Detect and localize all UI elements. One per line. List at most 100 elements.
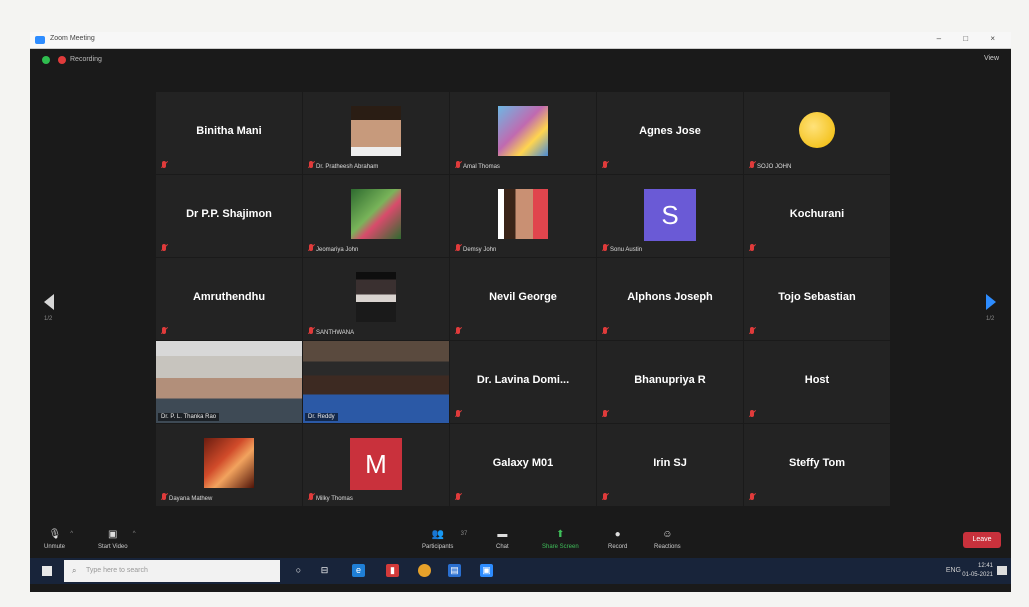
security-shield-icon[interactable] [42,56,50,64]
next-page-arrow-icon[interactable] [986,294,996,310]
participant-tile[interactable]: Dr. Reddy [303,341,449,423]
participant-tile[interactable]: S Sonu Austin [597,175,743,257]
share-screen-button[interactable]: ⬆ Share Screen [542,529,579,550]
participant-tile[interactable]: Alphons Joseph [597,258,743,340]
mic-muted-icon [456,493,460,500]
microphone-muted-icon: 🎙 [48,529,62,540]
mic-muted-icon [750,493,754,500]
mic-muted-icon [750,161,754,168]
participant-tile[interactable]: Dr. Pratheesh Abraham [303,92,449,174]
prev-page-arrow-icon[interactable] [44,294,54,310]
widgets-icon[interactable]: ⊟ [318,564,331,577]
avatar-initial: M [350,438,402,490]
participant-label: SANTHWANA [316,330,355,336]
participant-tile[interactable]: Dayana Mathew [156,424,302,506]
unmute-label: Unmute [44,544,66,550]
participant-label: Sonu Austin [610,247,643,253]
participant-name: Tojo Sebastian [778,291,856,303]
mic-muted-icon [456,244,460,251]
participant-name: Agnes Jose [639,125,701,137]
chevron-up-icon[interactable]: ^ [133,531,136,537]
participant-tile[interactable]: M Milky Thomas [303,424,449,506]
participant-label: Dr. P. L. Thanka Rao [158,413,220,421]
participant-name: Host [804,374,830,386]
pdf-reader-icon[interactable]: ▮ [386,564,399,577]
participants-count: 37 [460,531,468,537]
profile-picture [351,106,401,156]
participants-icon: 👥 [431,529,445,540]
participant-tile[interactable]: Dr P.P. Shajimon [156,175,302,257]
participant-tile[interactable]: SANTHWANA [303,258,449,340]
start-video-label: Start Video [98,544,128,550]
start-video-button[interactable]: ▣ Start Video ^ [98,529,136,550]
mic-muted-icon [162,327,166,334]
mic-muted-icon [162,493,166,500]
leave-button[interactable]: Leave [963,532,1001,548]
edge-browser-icon[interactable]: e [352,564,365,577]
chrome-browser-icon[interactable] [418,564,431,577]
participant-tile[interactable]: Host [744,341,890,423]
participant-tile[interactable]: Tojo Sebastian [744,258,890,340]
participant-tile[interactable]: Bhanupriya R [597,341,743,423]
mic-muted-icon [603,493,607,500]
participant-tile[interactable]: Galaxy M01 [450,424,596,506]
participant-name: Nevil George [489,291,557,303]
participant-label: Jeomariya John [316,247,359,253]
window-controls[interactable]: – □ × [937,34,1005,43]
meeting-topbar: Recording View [30,48,1011,70]
participant-tile[interactable]: Dr. Lavina Domi... [450,341,596,423]
participant-name: Galaxy M01 [492,457,554,469]
windows-taskbar: ⌕ Type here to search ○ ⊟ e ▮ ▤ ▣ ENG 12… [30,558,1011,584]
view-button[interactable]: View [984,55,999,62]
clock-date: 01-05-2021 [962,572,993,578]
reactions-label: Reactions [654,544,681,550]
page-indicator-left: 1/2 [44,316,53,322]
participant-grid: Binitha Mani Dr. Pratheesh Abraham Amal Th… [156,92,890,506]
mic-muted-icon [750,410,754,417]
participant-label: Dr. Reddy [305,413,338,421]
participant-label: Milky Thomas [316,496,353,502]
participant-label: Dayana Mathew [169,496,213,502]
mic-muted-icon [309,493,313,500]
zoom-taskbar-icon[interactable]: ▣ [480,564,493,577]
share-screen-label: Share Screen [542,544,579,550]
video-camera-off-icon: ▣ [108,529,118,540]
participant-tile[interactable]: Jeomariya John [303,175,449,257]
participant-tile[interactable]: Kochurani [744,175,890,257]
profile-picture [351,189,401,239]
participants-button[interactable]: 👥 Participants 37 [422,529,467,550]
participant-tile[interactable]: Agnes Jose [597,92,743,174]
participant-tile[interactable]: Amal Thomas [450,92,596,174]
participant-label: SOJO JOHN [757,164,792,170]
record-button[interactable]: ● Record [608,529,627,550]
participant-tile[interactable]: Binitha Mani [156,92,302,174]
mic-muted-icon [456,410,460,417]
mic-muted-icon [603,244,607,251]
participant-tile[interactable]: Irin SJ [597,424,743,506]
participant-tile[interactable]: SOJO JOHN [744,92,890,174]
task-view-icon[interactable]: ○ [292,564,305,577]
chevron-up-icon[interactable]: ^ [70,531,73,537]
mic-muted-icon [309,244,313,251]
chat-label: Chat [496,544,509,550]
participant-tile[interactable]: Dr. P. L. Thanka Rao [156,341,302,423]
taskbar-clock[interactable]: 12:41 01-05-2021 [962,562,993,580]
mic-muted-icon [456,161,460,168]
taskbar-search-input[interactable]: ⌕ Type here to search [64,560,280,582]
unmute-button[interactable]: 🎙 Unmute ^ [44,529,73,550]
notification-center-icon[interactable] [997,566,1007,575]
participant-tile[interactable]: Nevil George [450,258,596,340]
avatar-initial: S [644,189,696,241]
windows-start-icon[interactable] [42,566,52,576]
file-explorer-icon[interactable]: ▤ [448,564,461,577]
profile-picture [498,189,548,239]
mic-muted-icon [309,327,313,334]
participant-tile[interactable]: Steffy Tom [744,424,890,506]
system-tray-language[interactable]: ENG [946,567,961,574]
participant-tile[interactable]: Amruthendhu [156,258,302,340]
mic-muted-icon [456,327,460,334]
participant-tile[interactable]: Demsy John [450,175,596,257]
chat-button[interactable]: ▬ Chat [496,529,509,550]
reactions-button[interactable]: ☺ Reactions [654,529,681,550]
record-icon: ● [614,529,621,540]
